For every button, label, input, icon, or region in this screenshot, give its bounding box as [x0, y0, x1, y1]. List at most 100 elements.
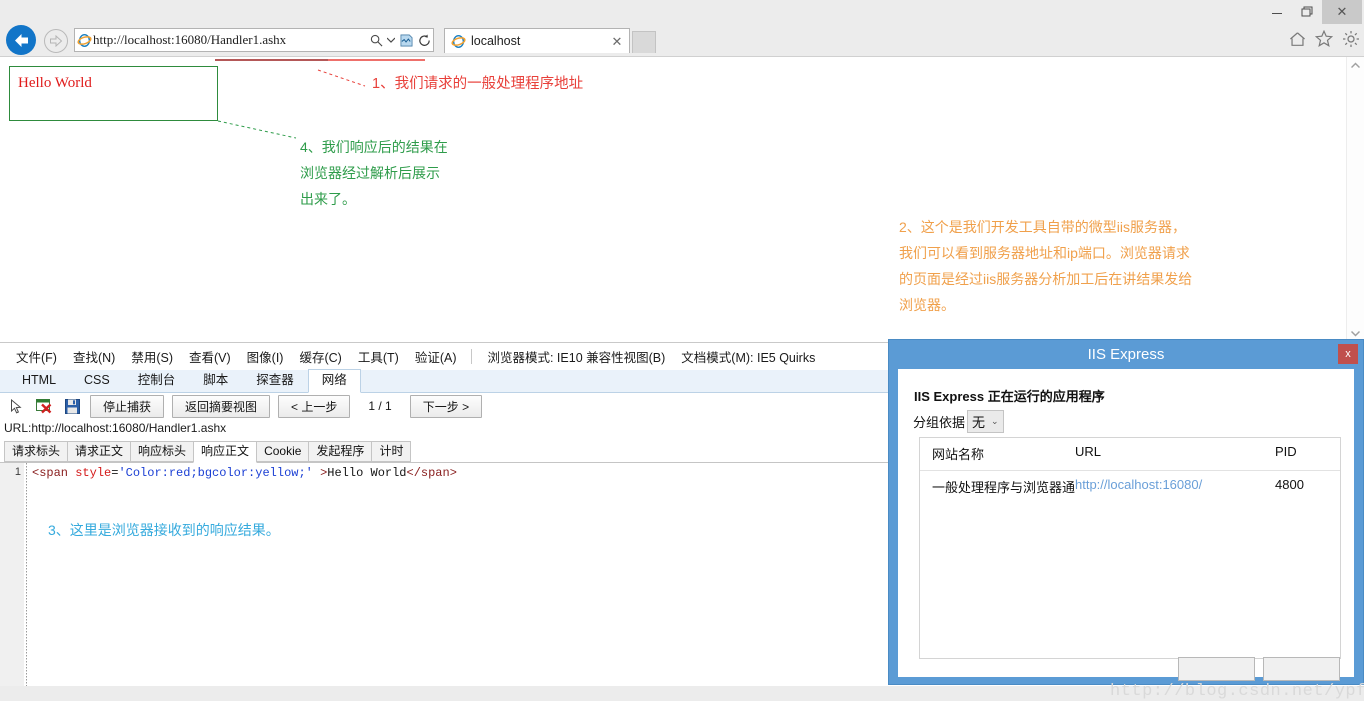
menu-cache[interactable]: 缓存(C)	[291, 347, 349, 366]
menu-disable[interactable]: 禁用(S)	[123, 347, 181, 366]
annotation-1-text: 1、我们请求的一般处理程序地址	[372, 76, 584, 92]
chevron-down-icon: ⌄	[991, 416, 999, 426]
iis-group-by-row: 分组依据 无 ⌄	[913, 410, 1004, 433]
menu-divider	[471, 349, 473, 364]
annotation-2-line-2: 我们可以看到服务器地址和ip端口。浏览器请求	[899, 245, 1190, 261]
tab-strip: localhost ✕	[444, 28, 694, 53]
subtab-initiator[interactable]: 发起程序	[308, 441, 373, 462]
address-input[interactable]: http://localhost:16080/Handler1.ashx	[93, 32, 367, 48]
window-controls: ✕	[1262, 0, 1362, 24]
browser-title-bar: ✕	[0, 0, 1364, 24]
line-number: 1	[14, 466, 21, 478]
tab-localhost[interactable]: localhost ✕	[444, 28, 630, 53]
iis-group-by-value: 无	[972, 415, 986, 430]
minimize-button[interactable]	[1262, 0, 1292, 24]
code-tag-close-open: >	[312, 466, 328, 480]
column-header-site-name[interactable]: 网站名称	[920, 444, 1075, 463]
tab-css[interactable]: CSS	[70, 369, 124, 392]
save-floppy-icon[interactable]	[62, 396, 82, 416]
response-source-line[interactable]: <span style='Color:red;bgcolor:yellow;' …	[32, 466, 457, 480]
home-icon[interactable]	[1289, 31, 1306, 50]
menu-tools[interactable]: 工具(T)	[350, 347, 407, 366]
browser-toolbar-buttons	[1289, 28, 1360, 52]
annotation-2-text: 2、这个是我们开发工具自带的微型iis服务器， 我们可以看到服务器地址和ip端口…	[899, 214, 1339, 318]
scroll-up-chevron-icon[interactable]	[1347, 57, 1364, 74]
page-scrollbar[interactable]	[1346, 57, 1364, 342]
annotation-4-line-3: 出来了。	[300, 191, 356, 207]
iis-sites-table: 网站名称 URL PID 一般处理程序与浏览器通信 http://localho…	[919, 437, 1364, 701]
star-icon[interactable]	[1314, 29, 1334, 50]
tab-close-icon[interactable]: ✕	[609, 35, 625, 48]
chevron-down-icon[interactable]	[385, 37, 397, 43]
tab-script[interactable]: 脚本	[189, 369, 242, 392]
stop-capture-button[interactable]: 停止捕获	[90, 394, 165, 418]
scrollbar-track[interactable]	[1347, 57, 1364, 342]
subtab-request-body[interactable]: 请求正文	[67, 441, 132, 462]
iis-button-1[interactable]	[1178, 657, 1255, 681]
cell-site-name: 一般处理程序与浏览器通信	[932, 480, 1075, 495]
search-icon[interactable]	[367, 34, 385, 47]
gutter-divider	[26, 463, 27, 686]
table-header-row: 网站名称 URL PID	[920, 438, 1340, 471]
browser-mode-label[interactable]: 浏览器模式: IE10 兼容性视图(B)	[479, 347, 673, 366]
refresh-icon[interactable]	[415, 34, 433, 47]
cell-pid: 4800	[1275, 477, 1304, 492]
annotation-2-line-1: 2、这个是我们开发工具自带的微型iis服务器，	[899, 219, 1187, 235]
table-row[interactable]: 一般处理程序与浏览器通信 http://localhost:16080/ 480…	[920, 471, 1340, 503]
compatibility-view-icon[interactable]	[397, 34, 415, 47]
column-header-pid[interactable]: PID	[1275, 444, 1340, 463]
gear-icon[interactable]	[1342, 30, 1360, 51]
clear-entries-icon[interactable]	[34, 396, 54, 416]
line-number-gutter: 1	[0, 463, 24, 686]
tab-profiler[interactable]: 探查器	[242, 369, 308, 392]
forward-arrow-icon	[50, 35, 63, 47]
tab-title: localhost	[471, 34, 521, 48]
cursor-arrow-icon[interactable]	[6, 396, 26, 416]
tab-console[interactable]: 控制台	[124, 369, 190, 392]
back-button[interactable]	[6, 25, 36, 55]
iis-close-button[interactable]: x	[1338, 344, 1358, 364]
subtab-timing[interactable]: 计时	[371, 441, 412, 462]
cell-url[interactable]: http://localhost:16080/	[1075, 477, 1275, 496]
column-header-url[interactable]: URL	[1075, 444, 1275, 463]
menu-images[interactable]: 图像(I)	[239, 347, 292, 366]
menu-validate[interactable]: 验证(A)	[407, 347, 465, 366]
new-tab-button[interactable]	[632, 31, 656, 53]
iis-dialog-title: IIS Express	[1087, 345, 1165, 363]
back-to-summary-button[interactable]: 返回摘要视图	[172, 394, 271, 418]
annotation-4-text: 4、我们响应后的结果在 浏览器经过解析后展示 出来了。	[300, 134, 448, 212]
tab-html[interactable]: HTML	[8, 369, 70, 392]
code-attr-name: style	[68, 466, 112, 480]
code-inner-text: Hello World	[327, 466, 407, 480]
hello-world-text: Hello World	[18, 75, 92, 91]
code-tag-end: </span>	[406, 466, 457, 480]
subtab-response-headers[interactable]: 响应标头	[130, 441, 195, 462]
iis-button-2[interactable]	[1263, 657, 1340, 681]
forward-button[interactable]	[44, 29, 68, 53]
code-tag-open: <span	[32, 466, 69, 480]
document-mode-label[interactable]: 文档模式(M): IE5 Quirks	[673, 347, 823, 366]
annotation-4-line-1: 4、我们响应后的结果在	[300, 139, 448, 155]
tab-favicon-icon	[449, 34, 467, 49]
iis-dialog-body: IIS Express 正在运行的应用程序 分组依据 无 ⌄ 网站名称 URL …	[898, 369, 1364, 701]
tab-network[interactable]: 网络	[307, 369, 361, 393]
menu-file[interactable]: 文件(F)	[8, 347, 65, 366]
subtab-request-headers[interactable]: 请求标头	[4, 441, 69, 462]
back-arrow-icon	[14, 33, 28, 47]
iis-heading: IIS Express 正在运行的应用程序	[914, 389, 1105, 404]
close-button[interactable]: ✕	[1322, 0, 1362, 24]
annotation-4-line-2: 浏览器经过解析后展示	[300, 165, 440, 181]
subtab-cookie[interactable]: Cookie	[256, 441, 310, 462]
menu-find[interactable]: 查找(N)	[65, 347, 123, 366]
previous-step-button[interactable]: < 上一步	[278, 394, 351, 418]
maximize-restore-button[interactable]	[1292, 0, 1322, 24]
menu-view[interactable]: 查看(V)	[181, 347, 239, 366]
iis-group-by-select[interactable]: 无 ⌄	[967, 410, 1004, 433]
ie-favicon-icon	[75, 33, 93, 48]
annotation-2-line-4: 浏览器。	[899, 297, 955, 313]
iis-group-by-label: 分组依据	[913, 415, 966, 430]
next-step-button[interactable]: 下一步 >	[409, 394, 483, 418]
iis-express-dialog: IIS Express x IIS Express 正在运行的应用程序 分组依据…	[888, 339, 1364, 701]
address-bar[interactable]: http://localhost:16080/Handler1.ashx	[74, 28, 434, 52]
subtab-response-body[interactable]: 响应正文	[193, 441, 258, 463]
